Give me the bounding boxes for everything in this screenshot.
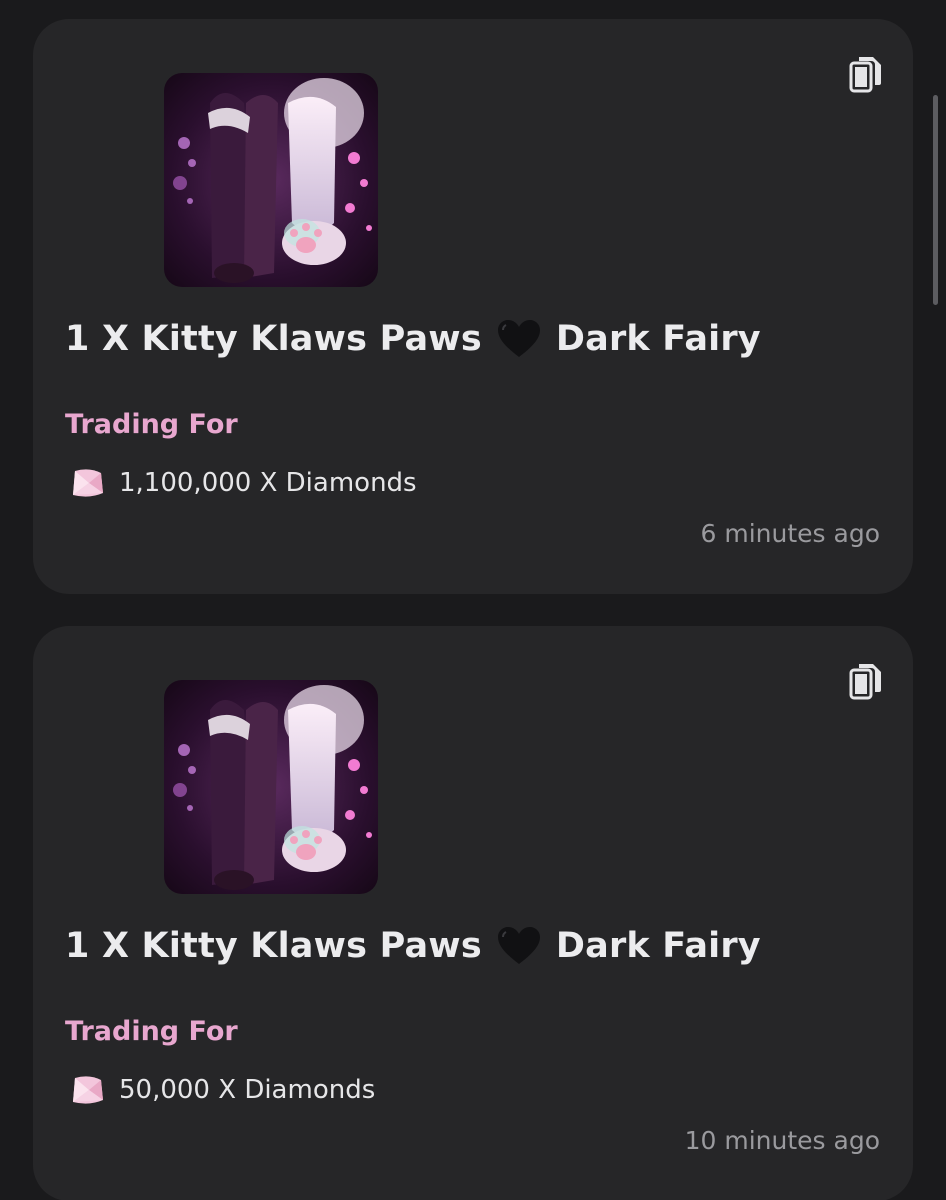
listing-card[interactable]: 1 X Kitty Klaws Paws Dark Fairy Trading … <box>33 626 913 1200</box>
title-item-name: 1 X Kitty Klaws Paws <box>65 926 482 966</box>
listing-card[interactable]: 1 X Kitty Klaws Paws Dark Fairy Trading … <box>33 19 913 594</box>
item-thumbnail[interactable] <box>164 680 378 894</box>
black-heart-icon <box>496 926 542 966</box>
timestamp: 6 minutes ago <box>700 519 880 548</box>
trading-for-label: Trading For <box>65 409 238 440</box>
price-text: 1,100,000 X Diamonds <box>119 468 417 498</box>
diamond-icon <box>69 1072 105 1108</box>
title-variant: Dark Fairy <box>555 926 761 966</box>
diamond-icon <box>69 465 105 501</box>
copy-icon[interactable] <box>849 55 883 93</box>
title-item-name: 1 X Kitty Klaws Paws <box>65 319 482 359</box>
price-text: 50,000 X Diamonds <box>119 1075 376 1105</box>
listing-title: 1 X Kitty Klaws Paws Dark Fairy <box>65 926 761 966</box>
copy-icon[interactable] <box>849 662 883 700</box>
trading-for-label: Trading For <box>65 1016 238 1047</box>
price-row: 50,000 X Diamonds <box>69 1072 375 1108</box>
black-heart-icon <box>496 319 542 359</box>
listing-title: 1 X Kitty Klaws Paws Dark Fairy <box>65 319 761 359</box>
item-thumbnail[interactable] <box>164 73 378 287</box>
title-variant: Dark Fairy <box>555 319 761 359</box>
scrollbar[interactable] <box>933 95 938 305</box>
price-row: 1,100,000 X Diamonds <box>69 465 417 501</box>
timestamp: 10 minutes ago <box>684 1126 880 1155</box>
